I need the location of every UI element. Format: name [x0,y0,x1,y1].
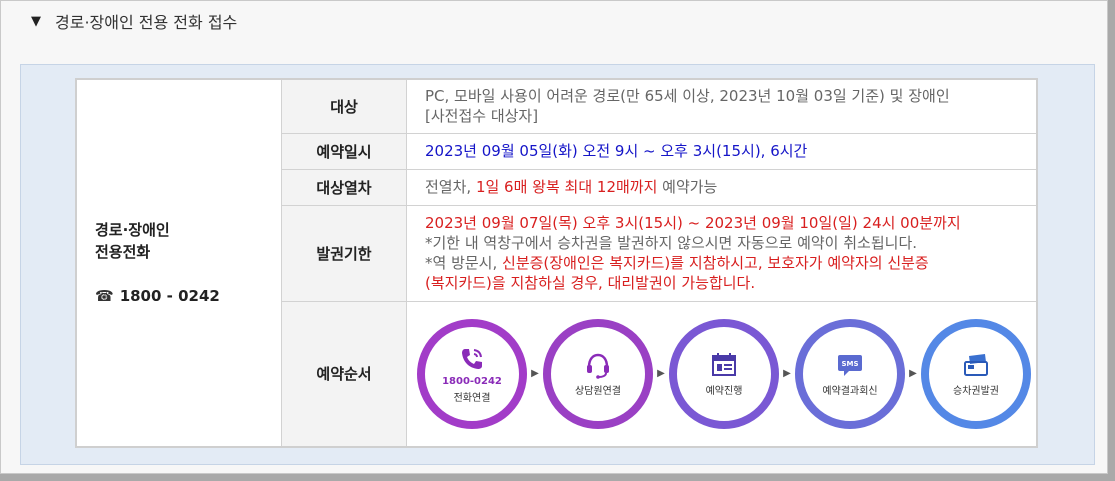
svg-text:SMS: SMS [841,360,858,368]
target-line2: [사전접수 대상자] [425,107,539,126]
deadline-line2: *기한 내 역창구에서 승차권을 발권하지 않으시면 자동으로 예약이 취소됩니… [425,234,918,252]
step-phone-call: 1800-0242 전화연결 [417,318,527,429]
info-container: 경로·장애인 전용전화 ☎ 1800 - 0242 대상 PC, 모바일 사용이… [20,64,1095,465]
label-trains: 대상열차 [281,168,407,206]
deadline-line3: *역 방문시, 신분증(장애인은 복지카드)를 지참하시고, 보호자가 예약자의… [425,253,1036,273]
section-title: 경로·장애인 전용 전화 접수 [55,13,238,32]
label-datetime: 예약일시 [281,132,407,170]
telephone-icon: ☎ [95,287,114,305]
step-caption: 상담원연결 [575,386,621,398]
phone-number: ☎ 1800 - 0242 [95,285,281,307]
target-line1: PC, 모바일 사용이 어려운 경로(만 65세 이상, 2023년 10월 0… [425,87,950,106]
deadline-line4: (복지카드)을 지참하실 경우, 대리발권이 가능합니다. [425,274,756,292]
trains-pre: 전열차, [425,178,476,196]
trains-highlight: 1일 6매 왕복 최대 12매까지 [475,178,658,196]
step-agent-connect: 상담원연결 [543,318,653,429]
step-caption: 전화연결 [453,392,491,404]
content-trains: 전열차, 1일 6매 왕복 최대 12매까지 예약가능 [406,168,1038,206]
info-table: 경로·장애인 전용전화 ☎ 1800 - 0242 대상 PC, 모바일 사용이… [75,78,1038,448]
step-caption: 승차권발권 [953,386,999,398]
deadline-line1: 2023년 09월 07일(목) 오후 3시(15시) ~ 2023년 09월 … [425,214,961,232]
phone-call-icon [462,348,482,369]
ticket-card-icon [964,354,988,377]
step-arrow-icon: ▶ [531,368,539,380]
datetime-text: 2023년 09월 05일(화) 오전 9시 ~ 오후 3시(15시), 6시간 [425,142,808,160]
panel: ▼ 경로·장애인 전용 전화 접수 경로·장애인 전용전화 ☎ 1800 - 0… [0,0,1108,474]
step-result-reply: SMS 예약결과회신 [795,318,905,429]
step-caption: 예약진행 [705,386,743,398]
content-target: PC, 모바일 사용이 어려운 경로(만 65세 이상, 2023년 10월 0… [406,78,1038,134]
step-reservation-progress: 예약진행 [669,318,779,429]
headset-icon [587,353,609,380]
trains-post: 예약가능 [657,178,718,196]
step-arrow-icon: ▶ [657,368,665,380]
label-target: 대상 [281,78,407,134]
reservation-steps: 1800-0242 전화연결 ▶ 상담원연결 ▶ 예약진행 ▶ SMS 예약결과… [407,308,1036,440]
phone-service-cell: 경로·장애인 전용전화 ☎ 1800 - 0242 [75,78,282,448]
step-phone-number: 1800-0242 [442,375,502,387]
content-deadline: 2023년 09월 07일(목) 오후 3시(15시) ~ 2023년 09월 … [406,204,1038,302]
calendar-icon [712,353,736,377]
service-title-line2: 전용전화 [95,243,151,261]
step-arrow-icon: ▶ [909,368,917,380]
content-datetime: 2023년 09월 05일(화) 오전 9시 ~ 오후 3시(15시), 6시간 [406,132,1038,170]
content-order: 1800-0242 전화연결 ▶ 상담원연결 ▶ 예약진행 ▶ SMS 예약결과… [406,300,1038,448]
step-ticket-issue: 승차권발권 [921,318,1031,429]
step-arrow-icon: ▶ [783,368,791,380]
label-order: 예약순서 [281,300,407,448]
service-title-line1: 경로·장애인 [95,221,170,239]
deadline-line3-red: 신분증(장애인은 복지카드)를 지참하시고, 보호자가 예약자의 신분증 [502,254,929,272]
deadline-line3-pre: *역 방문시, [425,254,503,272]
collapse-triangle-icon[interactable]: ▼ [31,14,41,29]
label-deadline: 발권기한 [281,204,407,302]
sms-icon: SMS [838,355,862,377]
step-caption: 예약결과회신 [822,386,878,398]
phone-number-text: 1800 - 0242 [119,287,220,305]
section-header[interactable]: ▼ 경로·장애인 전용 전화 접수 [31,8,237,34]
